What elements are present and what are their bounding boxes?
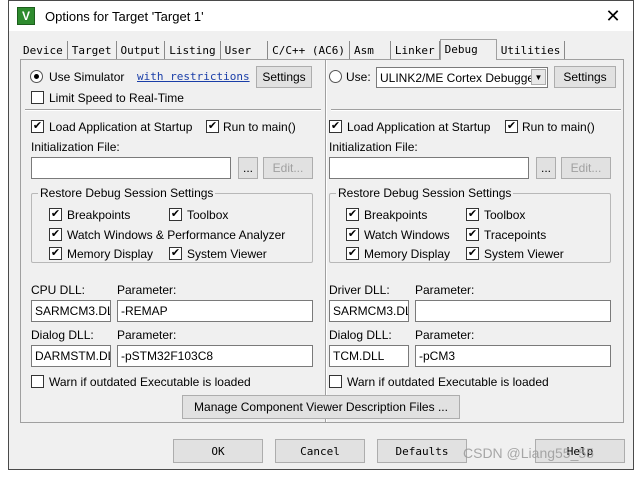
init-file-input[interactable] [31,157,231,179]
right-toolbox-checkbox[interactable]: ✔ [466,208,479,221]
tab-device[interactable]: Device [19,41,68,59]
tab-target[interactable]: Target [68,41,117,59]
toolbox-checkbox[interactable]: ✔ [169,208,182,221]
init-file-edit-button: Edit... [263,157,313,179]
restore-session-title: Restore Debug Session Settings [38,186,216,200]
right-dialog-param-input[interactable]: -pCM3 [415,345,611,367]
tab-user[interactable]: User [221,41,269,59]
use-debugger-radio[interactable] [329,70,342,83]
dialog-param-label: Parameter: [117,328,177,342]
watch-windows-checkbox[interactable]: ✔ [49,228,62,241]
column-divider [325,60,327,422]
cpu-dll-input[interactable]: SARMCM3.DLL [31,300,111,322]
tab-debug[interactable]: Debug [439,39,497,60]
debug-tab-panel: Use Simulator with restrictions Settings… [20,59,624,423]
tracepoints-label: Tracepoints [484,228,547,242]
csdn-watermark: CSDN @Liang55_55 [463,445,594,461]
right-warn-outdated-checkbox[interactable] [329,375,342,388]
manage-component-viewer-button[interactable]: Manage Component Viewer Description File… [182,395,460,419]
limit-speed-label: Limit Speed to Real-Time [49,91,184,105]
driver-dll-label: Driver DLL: [329,283,390,297]
right-toolbox-label: Toolbox [484,208,526,222]
left-top-divider [25,109,321,111]
right-load-app-label: Load Application at Startup [347,120,491,134]
right-init-file-browse-button[interactable]: ... [536,157,556,179]
right-run-to-main-checkbox[interactable]: ✔ [505,120,518,133]
system-viewer-label: System Viewer [187,247,267,261]
limit-speed-checkbox[interactable] [31,91,44,104]
chevron-down-icon[interactable]: ▼ [531,69,546,85]
keil-uvision-icon: V [17,7,35,25]
tab-utilities[interactable]: Utilities [497,41,566,59]
dialog-param-input[interactable]: -pSTM32F103C8 [117,345,313,367]
right-memory-display-checkbox[interactable]: ✔ [346,247,359,260]
debugger-select[interactable]: ULINK2/ME Cortex Debugger ▼ [376,67,548,88]
right-load-app-checkbox[interactable]: ✔ [329,120,342,133]
memory-display-label: Memory Display [67,247,154,261]
breakpoints-checkbox[interactable]: ✔ [49,208,62,221]
window-title: Options for Target 'Target 1' [45,8,204,24]
right-memory-display-label: Memory Display [364,247,451,261]
close-icon[interactable]: ✕ [603,5,623,27]
init-file-label: Initialization File: [31,140,120,154]
dialog-dll-input[interactable]: DARMSTM.DLL [31,345,111,367]
right-warn-outdated-label: Warn if outdated Executable is loaded [347,375,549,389]
with-restrictions-link[interactable]: with restrictions [137,70,250,83]
cpu-param-label: Parameter: [117,283,177,297]
run-to-main-checkbox[interactable]: ✔ [206,120,219,133]
use-label: Use: [346,70,371,84]
tab-asm[interactable]: Asm [350,41,391,59]
tracepoints-checkbox[interactable]: ✔ [466,228,479,241]
use-simulator-label: Use Simulator [49,70,125,84]
right-dialog-dll-input[interactable]: TCM.DLL [329,345,409,367]
right-dialog-dll-label: Dialog DLL: [329,328,392,342]
ok-button[interactable]: OK [173,439,263,463]
right-breakpoints-checkbox[interactable]: ✔ [346,208,359,221]
dialog-dll-label: Dialog DLL: [31,328,94,342]
watch-windows-label: Watch Windows & Performance Analyzer [67,228,286,242]
right-system-viewer-label: System Viewer [484,247,564,261]
right-breakpoints-label: Breakpoints [364,208,428,222]
simulator-settings-button[interactable]: Settings [256,66,312,88]
cpu-dll-label: CPU DLL: [31,283,86,297]
right-init-file-input[interactable] [329,157,529,179]
tab-linker[interactable]: Linker [391,41,440,59]
toolbox-label: Toolbox [187,208,229,222]
tab-listing[interactable]: Listing [165,41,221,59]
breakpoints-label: Breakpoints [67,208,131,222]
init-file-browse-button[interactable]: ... [238,157,258,179]
right-watch-windows-label: Watch Windows [364,228,450,242]
cancel-button[interactable]: Cancel [275,439,365,463]
warn-outdated-checkbox[interactable] [31,375,44,388]
options-dialog: V Options for Target 'Target 1' ✕ Device… [8,0,634,470]
tab-strip: Device Target Output Listing User C/C++ … [19,39,566,60]
driver-param-label: Parameter: [415,283,475,297]
tab-c-cpp[interactable]: C/C++ (AC6) [268,41,350,59]
driver-param-input[interactable] [415,300,611,322]
run-to-main-label: Run to main() [223,120,296,134]
tab-output[interactable]: Output [117,41,166,59]
driver-dll-input[interactable]: SARMCM3.DLL [329,300,409,322]
load-app-checkbox[interactable]: ✔ [31,120,44,133]
title-bar: V Options for Target 'Target 1' ✕ [9,1,633,31]
right-top-divider [331,109,621,111]
right-system-viewer-checkbox[interactable]: ✔ [466,247,479,260]
debugger-settings-button[interactable]: Settings [554,66,616,88]
load-app-label: Load Application at Startup [49,120,193,134]
defaults-button[interactable]: Defaults [377,439,467,463]
warn-outdated-label: Warn if outdated Executable is loaded [49,375,251,389]
system-viewer-checkbox[interactable]: ✔ [169,247,182,260]
right-init-file-label: Initialization File: [329,140,418,154]
memory-display-checkbox[interactable]: ✔ [49,247,62,260]
right-dialog-param-label: Parameter: [415,328,475,342]
right-restore-session-title: Restore Debug Session Settings [336,186,514,200]
right-watch-windows-checkbox[interactable]: ✔ [346,228,359,241]
right-init-file-edit-button: Edit... [561,157,611,179]
use-simulator-radio[interactable] [30,70,43,83]
debugger-select-value: ULINK2/ME Cortex Debugger [380,71,539,85]
cpu-param-input[interactable]: -REMAP [117,300,313,322]
right-run-to-main-label: Run to main() [522,120,595,134]
